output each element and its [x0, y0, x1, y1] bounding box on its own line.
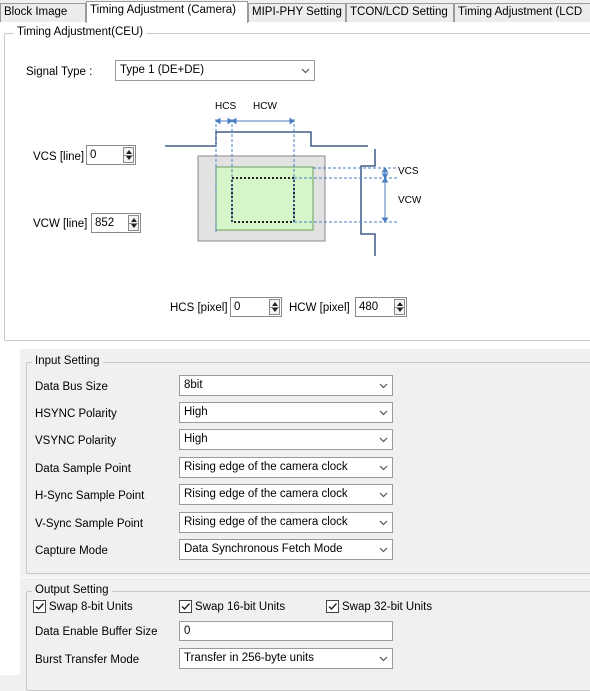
- h-sync-sample-point-value: Rising edge of the camera clock: [184, 488, 348, 500]
- tab-tcon-lcd-setting[interactable]: TCON/LCD Setting: [346, 3, 454, 22]
- capture-mode-select[interactable]: Data Synchronous Fetch Mode: [179, 539, 393, 560]
- chevron-down-icon: [375, 649, 392, 668]
- v-sync-sample-point-label: V-Sync Sample Point: [35, 518, 144, 530]
- v-sync-sample-point-select[interactable]: Rising edge of the camera clock: [179, 512, 393, 533]
- chevron-down-icon: [375, 485, 392, 504]
- data-enable-buffer-size-value: 0: [184, 625, 191, 637]
- burst-transfer-mode-value: Transfer in 256-byte units: [184, 652, 314, 664]
- burst-transfer-mode-select[interactable]: Transfer in 256-byte units: [179, 648, 393, 669]
- diagram-label-hcs: HCS: [215, 101, 237, 112]
- diagram-label-hcw: HCW: [253, 101, 277, 112]
- vsync-polarity-select[interactable]: High: [179, 429, 393, 450]
- signal-type-value: Type 1 (DE+DE): [120, 64, 205, 76]
- spinner-arrows-icon[interactable]: [123, 147, 134, 163]
- timing-diagram-graphic: [165, 117, 398, 256]
- vcs-label: VCS [line]: [33, 151, 85, 163]
- chevron-down-icon: [375, 376, 392, 395]
- chevron-down-icon: [375, 513, 392, 532]
- burst-transfer-mode-label: Burst Transfer Mode: [35, 654, 140, 666]
- checkbox-checked-icon: [326, 600, 339, 613]
- tab-block-image[interactable]: Block Image: [0, 3, 86, 22]
- swap-32-bit-label: Swap 32-bit Units: [342, 600, 433, 613]
- chevron-down-icon: [375, 403, 392, 422]
- signal-type-label: Signal Type :: [26, 66, 93, 78]
- signal-type-select[interactable]: Type 1 (DE+DE): [115, 60, 315, 81]
- v-sync-sample-point-value: Rising edge of the camera clock: [184, 516, 348, 528]
- input-setting-title: Input Setting: [32, 355, 103, 367]
- output-setting-title: Output Setting: [32, 584, 112, 596]
- data-sample-point-value: Rising edge of the camera clock: [184, 461, 348, 473]
- checkbox-checked-icon: [179, 600, 192, 613]
- vcw-value: 852: [95, 217, 115, 229]
- data-enable-buffer-size-field[interactable]: 0: [179, 621, 393, 641]
- hsync-polarity-select[interactable]: High: [179, 402, 393, 423]
- tab-timing-adjustment-lcd[interactable]: Timing Adjustment (LCD: [454, 3, 590, 22]
- h-sync-sample-point-select[interactable]: Rising edge of the camera clock: [179, 484, 393, 505]
- vcw-spinbox[interactable]: 852: [91, 213, 141, 233]
- vsync-polarity-label: VSYNC Polarity: [35, 435, 117, 447]
- h-sync-sample-point-label: H-Sync Sample Point: [35, 490, 145, 502]
- swap-16-bit-checkbox[interactable]: Swap 16-bit Units: [179, 600, 285, 613]
- hsync-polarity-value: High: [184, 406, 208, 418]
- vcs-spinbox[interactable]: 0: [86, 145, 136, 165]
- hcs-value: 0: [234, 301, 241, 313]
- vsync-polarity-value: High: [184, 433, 208, 445]
- chevron-down-icon: [297, 61, 314, 80]
- hcw-label: HCW [pixel]: [289, 302, 350, 314]
- data-bus-size-value: 8bit: [184, 379, 203, 391]
- timing-adjustment-group-title: Timing Adjustment(CEU): [14, 26, 147, 38]
- vcw-label: VCW [line]: [33, 218, 88, 230]
- chevron-down-icon: [375, 430, 392, 449]
- diagram-label-vcs: VCS: [398, 166, 419, 177]
- spinner-arrows-icon[interactable]: [269, 299, 280, 315]
- diagram-label-vcw: VCW: [398, 195, 422, 206]
- hcs-spinbox[interactable]: 0: [230, 297, 282, 317]
- capture-mode-label: Capture Mode: [35, 545, 108, 557]
- swap-32-bit-checkbox[interactable]: Swap 32-bit Units: [326, 600, 432, 613]
- hcw-spinbox[interactable]: 480: [355, 297, 407, 317]
- data-bus-size-select[interactable]: 8bit: [179, 375, 393, 396]
- spinner-arrows-icon[interactable]: [394, 299, 405, 315]
- swap-8-bit-label: Swap 8-bit Units: [49, 600, 133, 613]
- swap-8-bit-checkbox[interactable]: Swap 8-bit Units: [33, 600, 133, 613]
- capture-mode-value: Data Synchronous Fetch Mode: [184, 543, 343, 555]
- data-bus-size-label: Data Bus Size: [35, 381, 108, 393]
- tab-timing-adjustment-camera[interactable]: Timing Adjustment (Camera): [86, 1, 248, 23]
- data-sample-point-label: Data Sample Point: [35, 463, 131, 475]
- chevron-down-icon: [375, 540, 392, 559]
- chevron-down-icon: [375, 458, 392, 477]
- vcs-value: 0: [90, 149, 97, 161]
- hcs-label: HCS [pixel]: [170, 302, 228, 314]
- timing-diagram: HCS HCW VCS VCW: [153, 94, 431, 281]
- spinner-arrows-icon[interactable]: [128, 215, 139, 231]
- data-enable-buffer-size-label: Data Enable Buffer Size: [35, 626, 158, 638]
- tab-bar: Block Image Timing Adjustment (Camera) M…: [0, 0, 590, 23]
- data-sample-point-select[interactable]: Rising edge of the camera clock: [179, 457, 393, 478]
- hcw-value: 480: [359, 301, 379, 313]
- checkbox-checked-icon: [33, 600, 46, 613]
- hsync-polarity-label: HSYNC Polarity: [35, 408, 117, 420]
- swap-16-bit-label: Swap 16-bit Units: [195, 600, 286, 613]
- tab-mipi-phy-setting[interactable]: MIPI-PHY Setting: [248, 3, 346, 22]
